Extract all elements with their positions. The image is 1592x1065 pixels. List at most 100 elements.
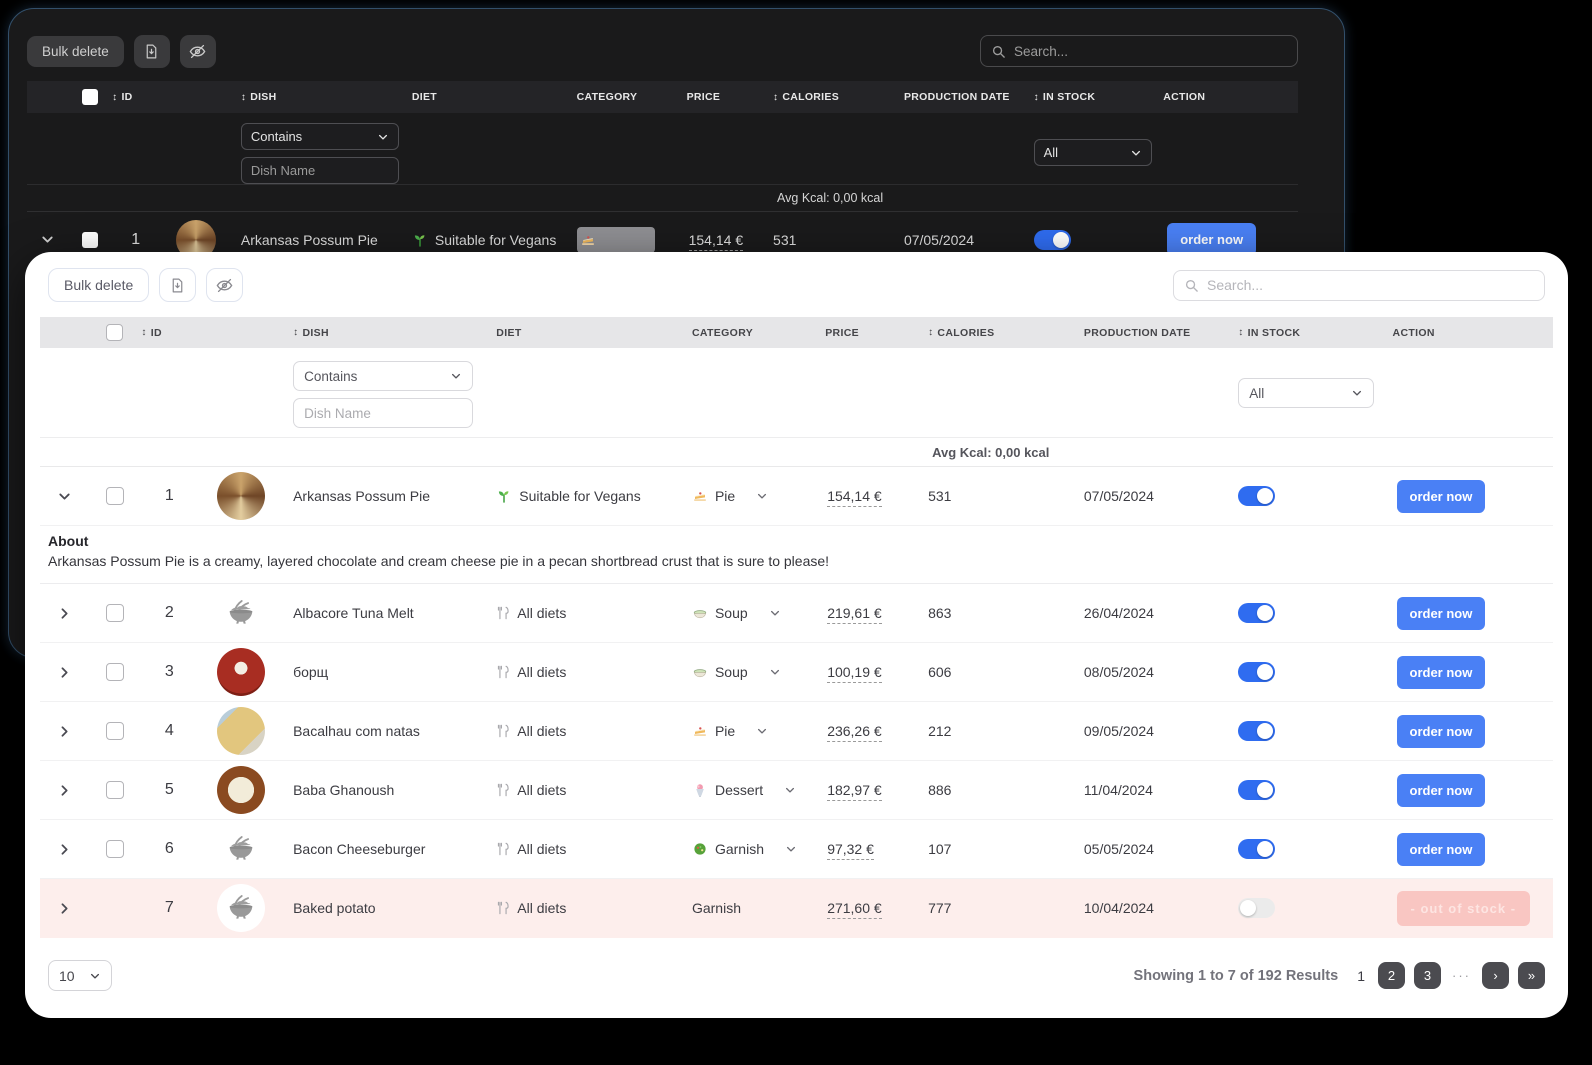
category-value[interactable]: Soup: [715, 605, 748, 621]
price-value[interactable]: 154,14 €: [687, 232, 773, 248]
toolbar: Bulk delete: [48, 268, 1545, 302]
cutlery-icon: [496, 842, 510, 856]
last-page-button[interactable]: »: [1518, 962, 1545, 989]
table-row: 4Bacalhau com natasAll dietsPie236,26 €2…: [40, 702, 1553, 761]
file-download-icon: [169, 277, 186, 294]
price-value[interactable]: 97,32 €: [825, 841, 928, 857]
match-mode-select[interactable]: Contains: [293, 361, 473, 391]
dark-filter-row: Contains All: [27, 113, 1298, 185]
column-header-dish[interactable]: ↕DISH: [233, 91, 402, 103]
expand-row-icon[interactable]: [57, 842, 72, 857]
production-date-value: 11/04/2024: [1084, 782, 1238, 798]
order-now-button[interactable]: order now: [1397, 774, 1486, 807]
expand-row-icon[interactable]: [57, 665, 72, 680]
category-value[interactable]: Pie: [715, 723, 735, 739]
row-checkbox[interactable]: [106, 722, 124, 740]
page-size-select[interactable]: 10: [48, 960, 112, 991]
calories-value: 777: [928, 900, 1084, 916]
stock-filter-select[interactable]: All: [1034, 139, 1152, 166]
order-now-button[interactable]: order now: [1397, 715, 1486, 748]
category-cell: Pie: [680, 723, 825, 739]
hide-columns-button[interactable]: [180, 35, 216, 68]
select-all-checkbox[interactable]: [82, 89, 98, 105]
in-stock-toggle[interactable]: [1238, 721, 1275, 741]
category-value[interactable]: Soup: [715, 664, 748, 680]
bulk-delete-button[interactable]: Bulk delete: [48, 268, 149, 302]
table-row: 1Arkansas Possum PieSuitable for VegansP…: [40, 467, 1553, 526]
price-value[interactable]: 219,61 €: [825, 605, 928, 621]
next-page-button[interactable]: ›: [1482, 962, 1509, 989]
chevron-down-icon[interactable]: [756, 725, 768, 737]
column-header-id[interactable]: ↕ID: [112, 91, 159, 103]
export-file-button[interactable]: [134, 35, 170, 68]
expand-row-icon[interactable]: [57, 606, 72, 621]
column-header-calories[interactable]: ↕CALORIES: [928, 327, 1084, 339]
row-checkbox[interactable]: [106, 604, 124, 622]
in-stock-toggle[interactable]: [1238, 603, 1275, 623]
order-now-button[interactable]: order now: [1397, 833, 1486, 866]
column-header-in-stock[interactable]: ↕IN STOCK: [1034, 91, 1164, 103]
column-header-in-stock[interactable]: ↕IN STOCK: [1238, 327, 1392, 339]
expand-row-icon[interactable]: [57, 724, 72, 739]
column-header-id[interactable]: ↕ID: [141, 327, 197, 339]
bulk-delete-button[interactable]: Bulk delete: [27, 36, 124, 67]
expand-row-icon[interactable]: [57, 783, 72, 798]
in-stock-toggle[interactable]: [1238, 486, 1275, 506]
order-now-button[interactable]: order now: [1397, 480, 1486, 513]
column-header-dish[interactable]: ↕DISH: [285, 327, 486, 339]
column-header-production-date: PRODUCTION DATE: [904, 91, 1034, 103]
row-checkbox[interactable]: [106, 663, 124, 681]
in-stock-toggle[interactable]: [1238, 898, 1275, 918]
row-checkbox[interactable]: [106, 781, 124, 799]
in-stock-toggle[interactable]: [1238, 839, 1275, 859]
page-button-current[interactable]: 1: [1357, 968, 1365, 984]
avg-kcal-label: Avg Kcal: 0,00 kcal: [928, 445, 1084, 460]
avg-kcal-label: Avg Kcal: 0,00 kcal: [773, 191, 904, 205]
price-value[interactable]: 182,97 €: [825, 782, 928, 798]
select-all-checkbox[interactable]: [106, 324, 123, 341]
dish-placeholder-bowl-icon: [217, 589, 265, 637]
order-now-button[interactable]: order now: [1397, 597, 1486, 630]
page-button[interactable]: 3: [1414, 962, 1441, 989]
row-checkbox[interactable]: [106, 487, 124, 505]
stock-filter-select[interactable]: All: [1238, 378, 1374, 408]
chevron-down-icon[interactable]: [769, 607, 781, 619]
price-value[interactable]: 271,60 €: [825, 900, 928, 916]
price-value[interactable]: 154,14 €: [825, 488, 928, 504]
export-file-button[interactable]: [159, 268, 196, 302]
search-input[interactable]: [1014, 44, 1287, 59]
column-header-diet: DIET: [486, 327, 680, 339]
in-stock-toggle[interactable]: [1238, 780, 1275, 800]
cutlery-icon: [496, 724, 510, 738]
chevron-down-icon[interactable]: [769, 666, 781, 678]
row-checkbox[interactable]: [82, 232, 98, 248]
search-input[interactable]: [1207, 277, 1534, 293]
category-value[interactable]: Dessert: [715, 782, 763, 798]
in-stock-toggle[interactable]: [1238, 662, 1275, 682]
cutlery-icon: [496, 783, 510, 797]
row-checkbox[interactable]: [106, 840, 124, 858]
chevron-down-icon[interactable]: [756, 490, 768, 502]
dish-name-filter-input[interactable]: [251, 163, 389, 178]
order-now-button[interactable]: order now: [1397, 656, 1486, 689]
collapse-row-icon[interactable]: [57, 489, 72, 504]
column-header-calories[interactable]: ↕CALORIES: [773, 91, 904, 103]
chevron-down-icon[interactable]: [784, 784, 796, 796]
page-button[interactable]: 2: [1378, 962, 1405, 989]
price-value[interactable]: 100,19 €: [825, 664, 928, 680]
row-id: 3: [141, 663, 197, 681]
category-value[interactable]: Garnish: [715, 841, 764, 857]
column-header-price: PRICE: [825, 327, 928, 339]
price-value[interactable]: 236,26 €: [825, 723, 928, 739]
category-select[interactable]: [577, 227, 655, 253]
category-value[interactable]: Pie: [715, 488, 735, 504]
column-header-action: ACTION: [1393, 327, 1553, 339]
in-stock-toggle[interactable]: [1034, 230, 1071, 250]
dish-name-filter-input[interactable]: [304, 406, 462, 421]
hide-columns-button[interactable]: [206, 268, 243, 302]
chevron-down-icon[interactable]: [785, 843, 797, 855]
match-mode-select[interactable]: Contains: [241, 123, 399, 150]
expand-row-icon[interactable]: [57, 901, 72, 916]
cake-icon: [692, 488, 708, 504]
collapse-row-icon[interactable]: [40, 232, 55, 247]
